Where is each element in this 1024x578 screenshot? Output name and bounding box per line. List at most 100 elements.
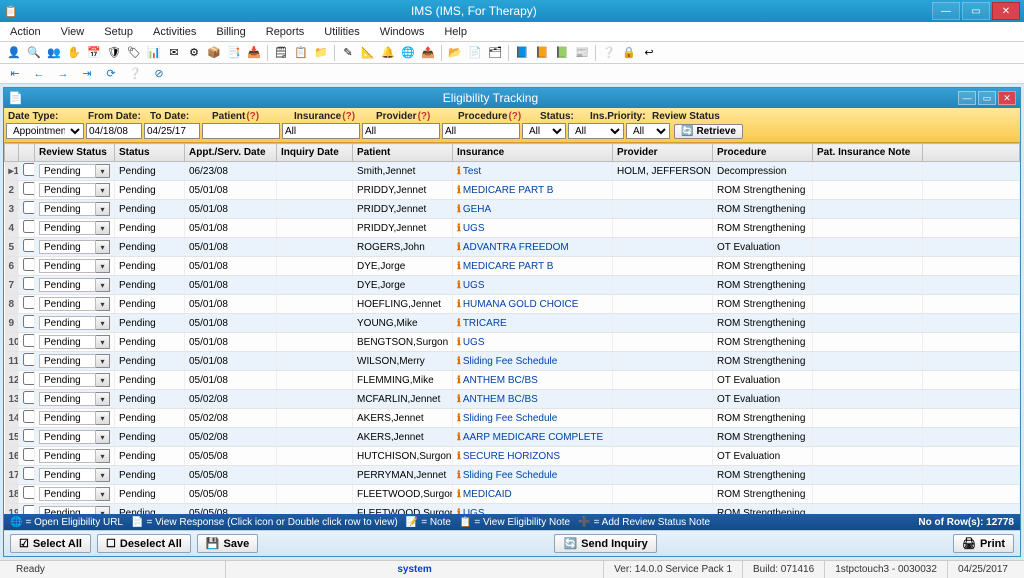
table-row[interactable]: 6Pending▾Pending05/01/08DYE,JorgeℹMEDICA… — [5, 257, 1020, 276]
insurance-cell[interactable]: ℹSliding Fee Schedule — [453, 409, 613, 428]
table-row[interactable]: 11Pending▾Pending05/01/08WILSON,MerryℹSl… — [5, 352, 1020, 371]
insurance-input[interactable] — [282, 123, 360, 139]
date-type-select[interactable]: Appointment Da — [6, 123, 84, 139]
table-row[interactable]: 16Pending▾Pending05/05/08HUTCHISON,Surgo… — [5, 447, 1020, 466]
help-icon[interactable]: ❔ — [126, 66, 144, 82]
row-checkbox[interactable] — [19, 333, 35, 352]
chevron-down-icon[interactable]: ▾ — [96, 240, 110, 254]
row-checkbox[interactable] — [19, 352, 35, 371]
review-status-cell[interactable]: Pending▾ — [35, 447, 115, 466]
menu-billing[interactable]: Billing — [206, 22, 255, 41]
review-status-cell[interactable]: Pending▾ — [35, 466, 115, 485]
insurance-cell[interactable]: ℹUGS — [453, 504, 613, 515]
toolbar-icon[interactable]: 👤 — [5, 44, 23, 62]
review-status-select[interactable]: All — [626, 123, 670, 139]
toolbar-icon[interactable]: 🏷 — [125, 44, 143, 62]
minimize-button[interactable]: — — [932, 2, 960, 20]
toolbar-icon[interactable]: 📤 — [419, 44, 437, 62]
toolbar-icon[interactable]: 🔒 — [620, 44, 638, 62]
table-row[interactable]: 14Pending▾Pending05/02/08AKERS,JennetℹSl… — [5, 409, 1020, 428]
insurance-cell[interactable]: ℹMEDICARE PART B — [453, 181, 613, 200]
insurance-cell[interactable]: ℹSECURE HORIZONS — [453, 447, 613, 466]
row-checkbox[interactable] — [19, 447, 35, 466]
table-row[interactable]: 2Pending▾Pending05/01/08PRIDDY,JennetℹME… — [5, 181, 1020, 200]
chevron-down-icon[interactable]: ▾ — [96, 335, 110, 349]
toolbar-icon[interactable]: 📋 — [292, 44, 310, 62]
procedure-input[interactable] — [442, 123, 520, 139]
select-all-button[interactable]: ☑Select All — [10, 534, 91, 553]
toolbar-icon[interactable]: ⚙ — [185, 44, 203, 62]
insurance-cell[interactable]: ℹANTHEM BC/BS — [453, 371, 613, 390]
col-header[interactable]: Appt./Serv. Date — [185, 144, 277, 162]
inner-close-button[interactable]: ✕ — [998, 91, 1016, 105]
toolbar-icon[interactable]: ✎ — [339, 44, 357, 62]
menu-action[interactable]: Action — [0, 22, 51, 41]
chevron-down-icon[interactable]: ▾ — [96, 297, 110, 311]
review-status-cell[interactable]: Pending▾ — [35, 371, 115, 390]
row-checkbox[interactable] — [19, 390, 35, 409]
row-checkbox[interactable] — [19, 295, 35, 314]
save-button[interactable]: 💾Save — [197, 534, 258, 553]
retrieve-button[interactable]: 🔄Retrieve — [674, 124, 743, 139]
table-row[interactable]: 15Pending▾Pending05/02/08AKERS,JennetℹAA… — [5, 428, 1020, 447]
review-status-cell[interactable]: Pending▾ — [35, 428, 115, 447]
insurance-cell[interactable]: ℹMEDICARE PART B — [453, 257, 613, 276]
review-status-cell[interactable]: Pending▾ — [35, 257, 115, 276]
insurance-cell[interactable]: ℹGEHA — [453, 200, 613, 219]
ins-priority-select[interactable]: All — [568, 123, 624, 139]
insurance-cell[interactable]: ℹSliding Fee Schedule — [453, 352, 613, 371]
refresh-icon[interactable]: ⟳ — [102, 66, 120, 82]
toolbar-icon[interactable]: 📘 — [513, 44, 531, 62]
col-header[interactable]: Patient — [353, 144, 453, 162]
stop-icon[interactable]: ⊘ — [150, 66, 168, 82]
review-status-cell[interactable]: Pending▾ — [35, 409, 115, 428]
review-status-cell[interactable]: Pending▾ — [35, 181, 115, 200]
send-inquiry-button[interactable]: 🔄Send Inquiry — [554, 534, 656, 553]
chevron-down-icon[interactable]: ▾ — [96, 468, 110, 482]
col-header[interactable]: Provider — [613, 144, 713, 162]
table-row[interactable]: 17Pending▾Pending05/05/08PERRYMAN,Jennet… — [5, 466, 1020, 485]
menu-help[interactable]: Help — [434, 22, 477, 41]
toolbar-icon[interactable]: 📦 — [205, 44, 223, 62]
insurance-cell[interactable]: ℹUGS — [453, 219, 613, 238]
col-header[interactable] — [19, 144, 35, 162]
chevron-down-icon[interactable]: ▾ — [96, 487, 110, 501]
row-checkbox[interactable] — [19, 314, 35, 333]
results-grid[interactable]: Review StatusStatusAppt./Serv. DateInqui… — [4, 143, 1020, 514]
table-row[interactable]: 7Pending▾Pending05/01/08DYE,JorgeℹUGSROM… — [5, 276, 1020, 295]
col-header[interactable] — [923, 144, 1020, 162]
status-select[interactable]: All — [522, 123, 566, 139]
toolbar-icon[interactable]: 🔔 — [379, 44, 397, 62]
review-status-cell[interactable]: Pending▾ — [35, 238, 115, 257]
provider-input[interactable] — [362, 123, 440, 139]
nav-last-icon[interactable]: ⇥ — [78, 66, 96, 82]
deselect-all-button[interactable]: ☐Deselect All — [97, 534, 191, 553]
insurance-cell[interactable]: ℹMEDICAID — [453, 485, 613, 504]
review-status-cell[interactable]: Pending▾ — [35, 390, 115, 409]
review-status-cell[interactable]: Pending▾ — [35, 314, 115, 333]
toolbar-icon[interactable]: 👥 — [45, 44, 63, 62]
table-row[interactable]: 5Pending▾Pending05/01/08ROGERS,JohnℹADVA… — [5, 238, 1020, 257]
chevron-down-icon[interactable]: ▾ — [96, 392, 110, 406]
toolbar-icon[interactable]: 📁 — [312, 44, 330, 62]
chevron-down-icon[interactable]: ▾ — [96, 278, 110, 292]
maximize-button[interactable]: ▭ — [962, 2, 990, 20]
toolbar-icon[interactable]: ↩ — [640, 44, 658, 62]
review-status-cell[interactable]: Pending▾ — [35, 333, 115, 352]
row-checkbox[interactable] — [19, 200, 35, 219]
chevron-down-icon[interactable]: ▾ — [96, 183, 110, 197]
toolbar-icon[interactable]: 📥 — [245, 44, 263, 62]
row-checkbox[interactable] — [19, 219, 35, 238]
toolbar-icon[interactable]: 📑 — [225, 44, 243, 62]
table-row[interactable]: 12Pending▾Pending05/01/08FLEMMING,MikeℹA… — [5, 371, 1020, 390]
col-header[interactable]: Pat. Insurance Note — [813, 144, 923, 162]
review-status-cell[interactable]: Pending▾ — [35, 504, 115, 515]
table-row[interactable]: 10Pending▾Pending05/01/08BENGTSON,Surgon… — [5, 333, 1020, 352]
inner-minimize-button[interactable]: — — [958, 91, 976, 105]
toolbar-icon[interactable]: 🗒 — [272, 44, 290, 62]
table-row[interactable]: 4Pending▾Pending05/01/08PRIDDY,JennetℹUG… — [5, 219, 1020, 238]
toolbar-icon[interactable]: 🛡 — [105, 44, 123, 62]
chevron-down-icon[interactable]: ▾ — [96, 316, 110, 330]
review-status-cell[interactable]: Pending▾ — [35, 200, 115, 219]
chevron-down-icon[interactable]: ▾ — [96, 354, 110, 368]
